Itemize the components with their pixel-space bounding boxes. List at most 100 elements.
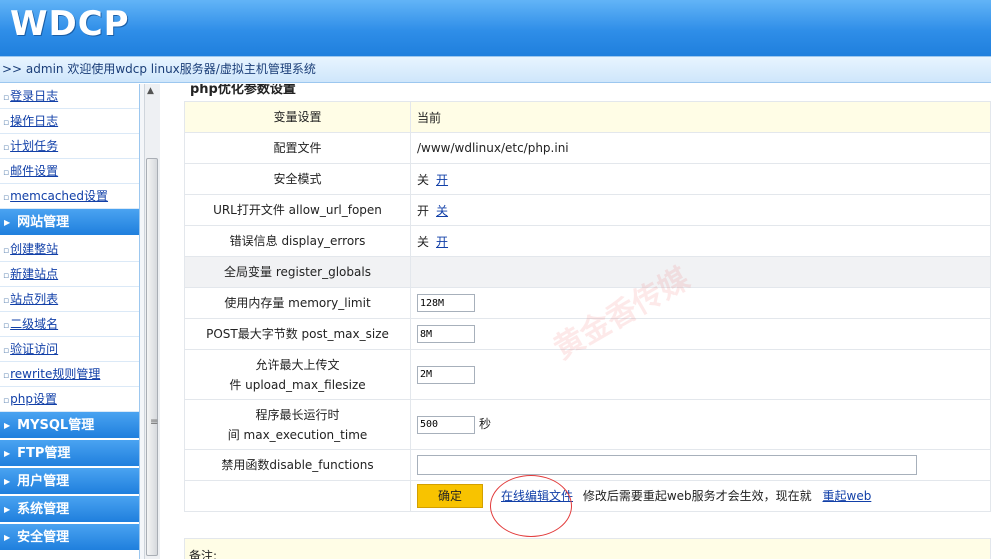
- sidebar-link[interactable]: 计划任务: [10, 139, 58, 153]
- bullet-icon: ▫: [3, 118, 10, 128]
- category-label: 用户管理: [17, 474, 70, 489]
- sidebar-category-security[interactable]: ▶ 安全管理: [0, 524, 139, 552]
- actions-spacer: [184, 480, 411, 512]
- display-errors-label: 错误信息 display_errors: [184, 225, 411, 257]
- sidebar: ▫登录日志 ▫操作日志 ▫计划任务 ▫邮件设置 ▫memcached设置 ▶ 网站…: [0, 84, 140, 559]
- sidebar-link[interactable]: 新建站点: [10, 267, 58, 281]
- confirm-button[interactable]: 确定: [417, 484, 483, 508]
- disable-functions-label: 禁用函数disable_functions: [184, 449, 411, 481]
- php-settings-table: 变量设置 当前 配置文件 /www/wdlinux/etc/php.ini 安全…: [184, 101, 991, 512]
- notes-box: 备注:: [184, 538, 991, 559]
- sidebar-link[interactable]: rewrite规则管理: [10, 367, 100, 381]
- upload-max-filesize-input[interactable]: [417, 365, 475, 384]
- table-row: 全局变量 register_globals: [184, 256, 991, 288]
- sidebar-link[interactable]: php设置: [10, 392, 57, 406]
- table-row: 变量设置 当前: [184, 101, 991, 133]
- welcome-bar: >> admin 欢迎使用wdcp linux服务器/虚拟主机管理系统: [0, 56, 991, 83]
- seconds-unit: 秒: [479, 417, 492, 432]
- table-row: POST最大字节数 post_max_size: [184, 318, 991, 350]
- sidebar-link[interactable]: 操作日志: [10, 114, 58, 128]
- post-max-size-input[interactable]: [417, 325, 475, 343]
- app-logo: WDCP: [10, 4, 130, 44]
- sidebar-item-mail[interactable]: ▫邮件设置: [0, 159, 139, 184]
- sidebar-item-login-log[interactable]: ▫登录日志: [0, 84, 139, 109]
- table-row: 禁用函数disable_functions: [184, 449, 991, 481]
- max-execution-time-input[interactable]: [417, 415, 475, 434]
- sidebar-item-create-full-site[interactable]: ▫创建整站: [0, 237, 139, 262]
- triangle-right-icon: ▶: [4, 421, 11, 430]
- triangle-right-icon: ▶: [4, 477, 11, 486]
- sidebar-item-site-list[interactable]: ▫站点列表: [0, 287, 139, 312]
- sidebar-link[interactable]: memcached设置: [10, 189, 108, 203]
- sidebar-item-php-settings[interactable]: ▫php设置: [0, 387, 139, 412]
- label-line: 件 upload_max_filesize: [229, 377, 366, 392]
- bullet-icon: ▫: [3, 296, 10, 306]
- triangle-right-icon: ▶: [4, 505, 11, 514]
- sidebar-item-subdomain[interactable]: ▫二级域名: [0, 312, 139, 337]
- triangle-right-icon: ▶: [4, 218, 11, 227]
- label-line: 程序最长运行时: [255, 407, 340, 422]
- sidebar-item-operation-log[interactable]: ▫操作日志: [0, 109, 139, 134]
- sidebar-link[interactable]: 二级域名: [10, 317, 58, 331]
- max-execution-time-label: 程序最长运行时间 max_execution_time: [184, 399, 411, 450]
- sidebar-link[interactable]: 登录日志: [10, 89, 58, 103]
- category-label: 网站管理: [17, 215, 70, 230]
- top-banner: WDCP: [0, 0, 991, 56]
- bullet-icon: ▫: [3, 271, 10, 281]
- column-header-current: 当前: [410, 101, 991, 133]
- sidebar-item-memcached[interactable]: ▫memcached设置: [0, 184, 139, 209]
- scroll-up-icon[interactable]: ▲: [147, 86, 154, 96]
- display-errors-toggle-link[interactable]: 开: [436, 235, 448, 249]
- table-row: 程序最长运行时间 max_execution_time 秒: [184, 399, 991, 450]
- table-row: 允许最大上传文件 upload_max_filesize: [184, 349, 991, 400]
- triangle-right-icon: ▶: [4, 533, 11, 542]
- sidebar-item-rewrite[interactable]: ▫rewrite规则管理: [0, 362, 139, 387]
- allow-url-fopen-toggle-link[interactable]: 关: [436, 204, 448, 218]
- display-errors-current: 关: [417, 234, 430, 249]
- table-row: 配置文件 /www/wdlinux/etc/php.ini: [184, 132, 991, 164]
- category-label: FTP管理: [17, 446, 71, 461]
- table-row: 确定 在线编辑文件 修改后需要重起web服务才会生效，现在就 重起web: [184, 480, 991, 512]
- safe-mode-label: 安全模式: [184, 163, 411, 195]
- sidebar-category-ftp[interactable]: ▶ FTP管理: [0, 440, 139, 468]
- sidebar-link[interactable]: 邮件设置: [10, 164, 58, 178]
- bullet-icon: ▫: [3, 168, 10, 178]
- category-label: 系统管理: [17, 502, 70, 517]
- sidebar-link[interactable]: 创建整站: [10, 242, 58, 256]
- sidebar-category-users[interactable]: ▶ 用户管理: [0, 468, 139, 496]
- sidebar-category-site[interactable]: ▶ 网站管理: [0, 209, 139, 237]
- safe-mode-toggle-link[interactable]: 开: [436, 173, 448, 187]
- upload-max-filesize-label: 允许最大上传文件 upload_max_filesize: [184, 349, 411, 400]
- bullet-icon: ▫: [3, 93, 10, 103]
- register-globals-value: [410, 256, 991, 288]
- sidebar-item-cron[interactable]: ▫计划任务: [0, 134, 139, 159]
- table-row: 错误信息 display_errors 关开: [184, 225, 991, 257]
- bullet-icon: ▫: [3, 371, 10, 381]
- sidebar-item-new-site[interactable]: ▫新建站点: [0, 262, 139, 287]
- bullet-icon: ▫: [3, 396, 10, 406]
- register-globals-label: 全局变量 register_globals: [184, 256, 411, 288]
- grip-icon: ≡: [150, 417, 159, 428]
- allow-url-fopen-label: URL打开文件 allow_url_fopen: [184, 194, 411, 226]
- allow-url-fopen-current: 开: [417, 203, 430, 218]
- sidebar-category-mysql[interactable]: ▶ MYSQL管理: [0, 412, 139, 440]
- safe-mode-current: 关: [417, 172, 430, 187]
- sidebar-item-auth-access[interactable]: ▫验证访问: [0, 337, 139, 362]
- label-line: 允许最大上传文: [255, 357, 340, 372]
- memory-limit-label: 使用内存量 memory_limit: [184, 287, 411, 319]
- restart-web-link[interactable]: 重起web: [823, 489, 872, 503]
- memory-limit-input[interactable]: [417, 294, 475, 312]
- table-row: 使用内存量 memory_limit: [184, 287, 991, 319]
- sidebar-link[interactable]: 验证访问: [10, 342, 58, 356]
- online-edit-file-link[interactable]: 在线编辑文件: [501, 489, 573, 503]
- sidebar-link[interactable]: 站点列表: [10, 292, 58, 306]
- category-label: 安全管理: [17, 530, 70, 545]
- notes-label: 备注:: [189, 549, 218, 559]
- sidebar-category-system[interactable]: ▶ 系统管理: [0, 496, 139, 524]
- bullet-icon: ▫: [3, 193, 10, 203]
- disable-functions-input[interactable]: [417, 455, 917, 475]
- config-file-path: /www/wdlinux/etc/php.ini: [410, 132, 991, 164]
- frame-scrollbar[interactable]: ▲ ≡: [144, 84, 160, 559]
- scrollbar-thumb[interactable]: ≡: [146, 158, 158, 556]
- bullet-icon: ▫: [3, 346, 10, 356]
